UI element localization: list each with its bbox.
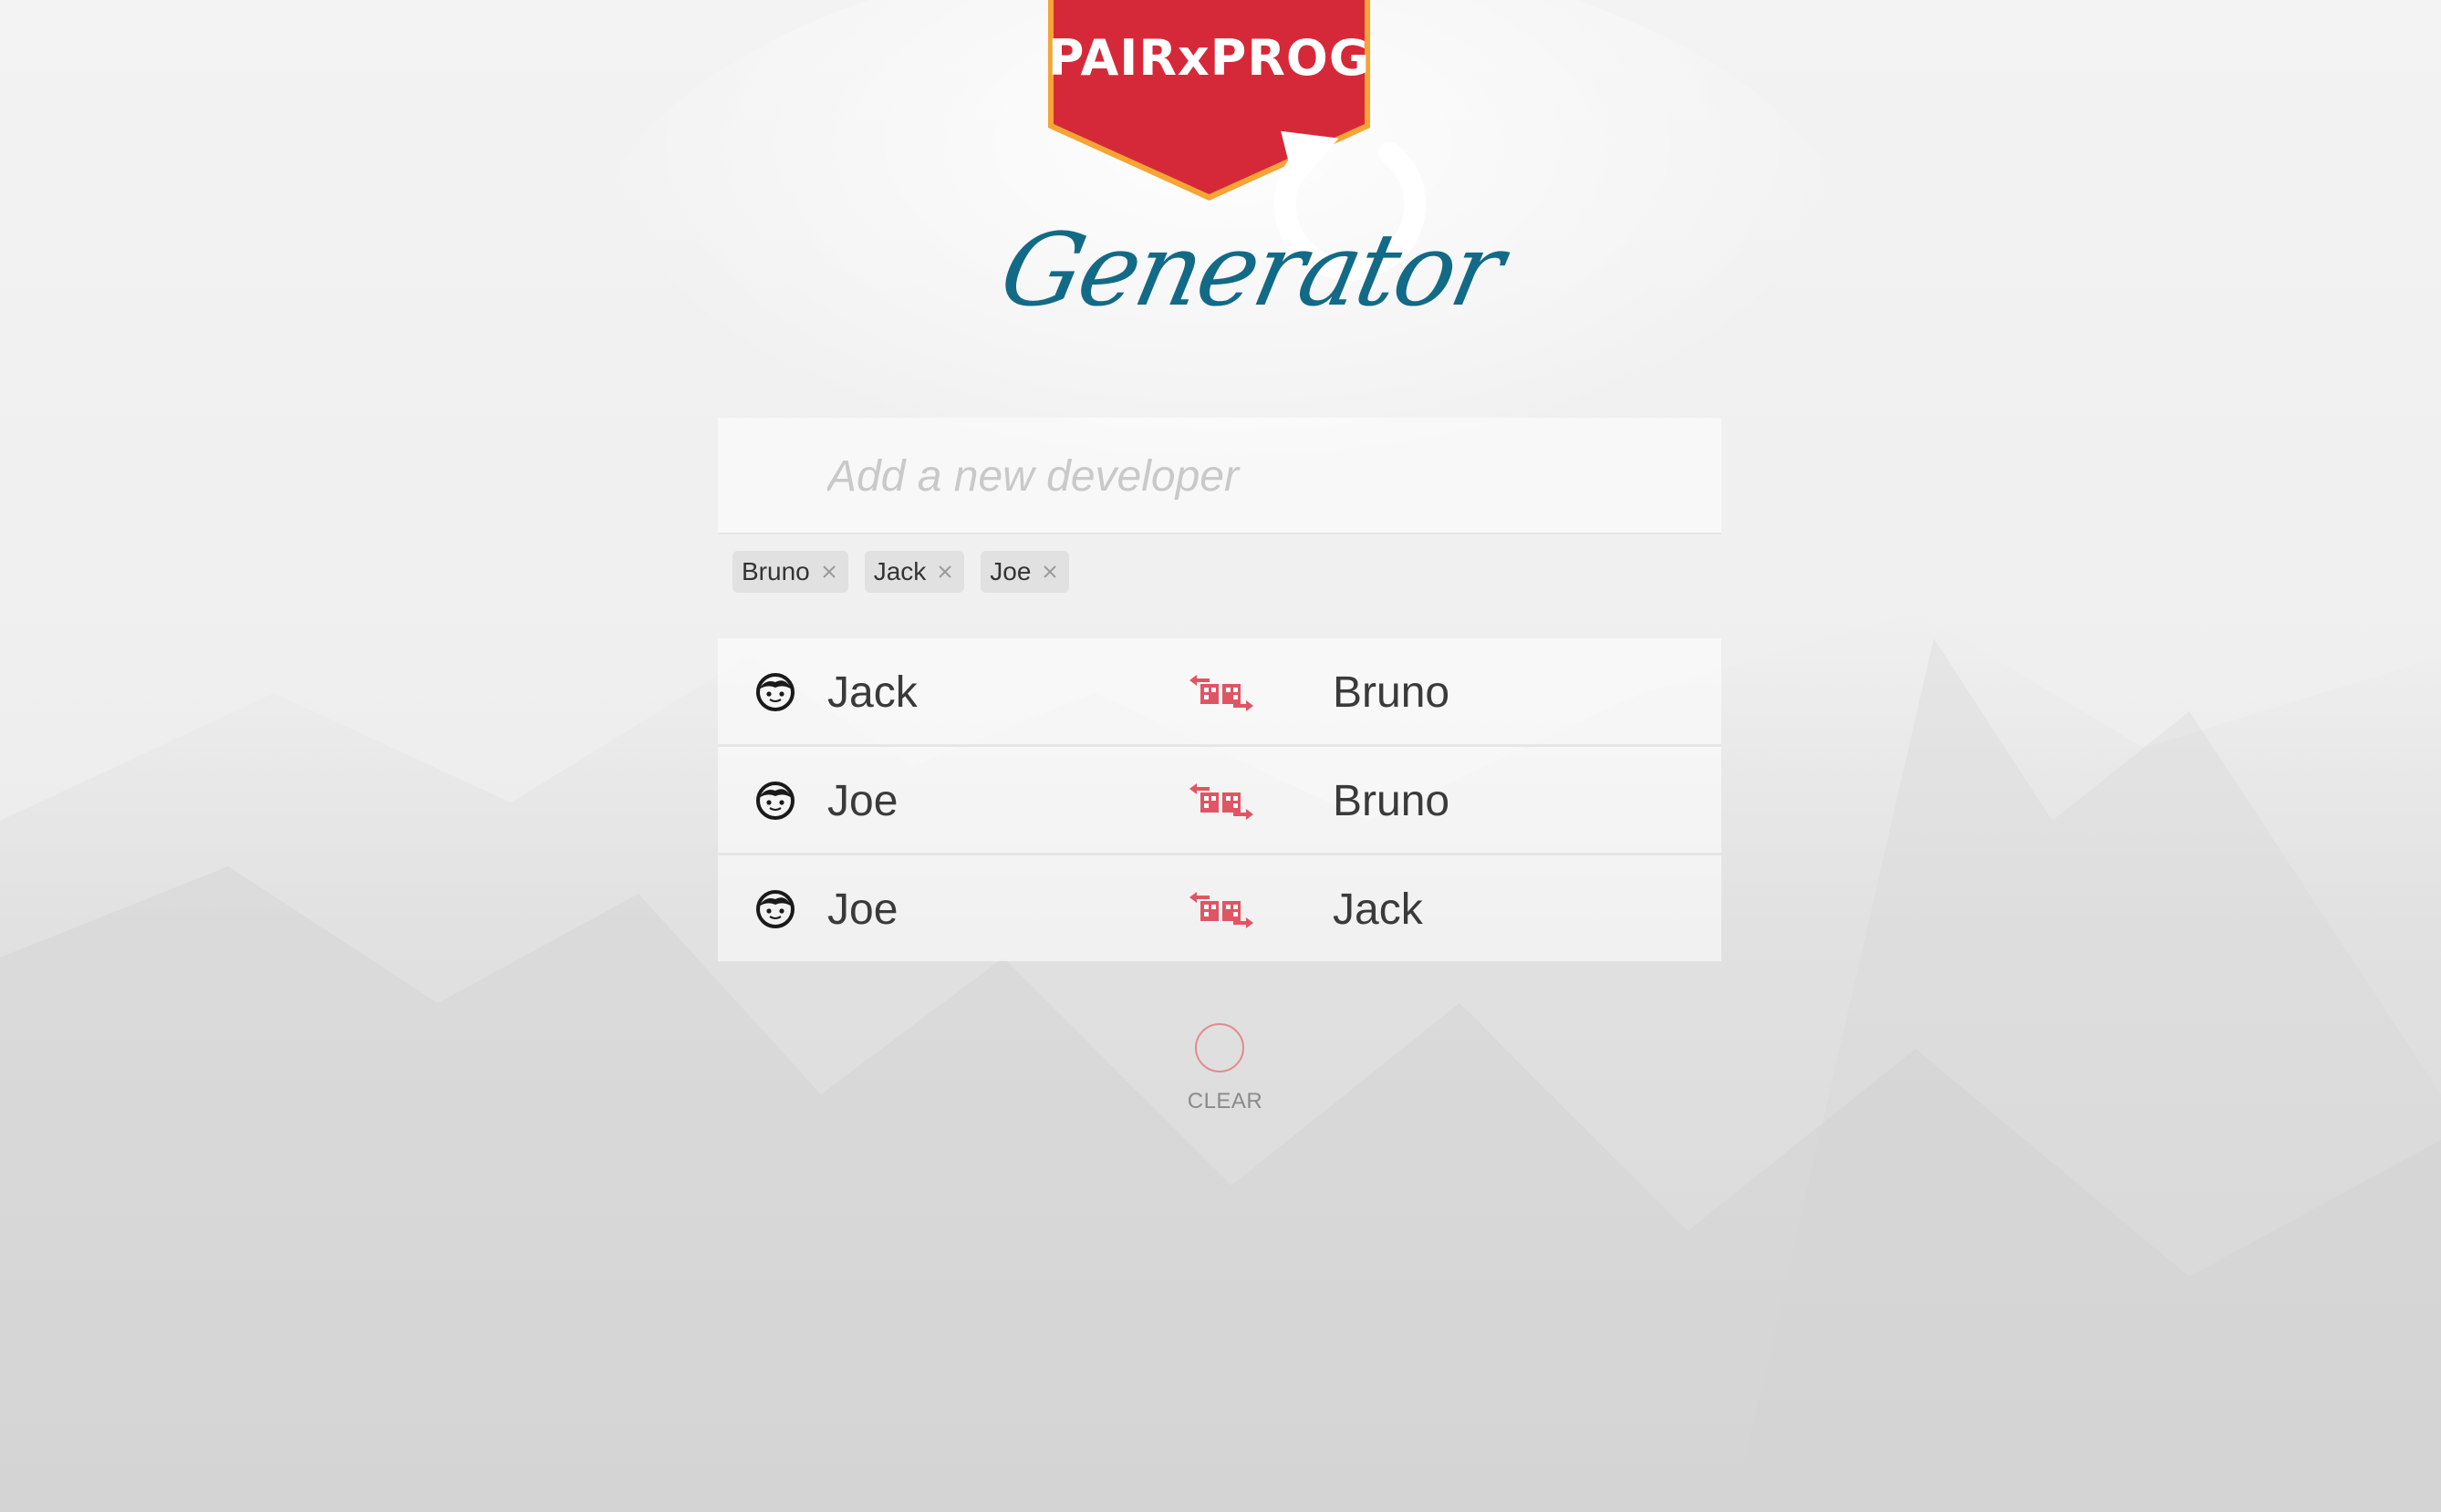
- developer-b: Bruno: [1333, 777, 1450, 825]
- pair-row: Joe Bruno: [718, 747, 1721, 855]
- face-icon: [756, 673, 795, 711]
- developer-tag-label: Bruno: [742, 557, 810, 585]
- app-subtitle: Generator: [991, 212, 1511, 328]
- clear-label: CLEAR: [1187, 1089, 1263, 1113]
- remove-tag-icon[interactable]: [819, 562, 839, 582]
- app: PAIRxPROG Generator Bruno Jack Joe: [0, 0, 2441, 1512]
- swap-icon[interactable]: [1188, 783, 1255, 820]
- developer-b: Jack: [1333, 885, 1423, 934]
- pair-row: Jack Bruno: [718, 638, 1721, 747]
- swap-icon[interactable]: [1188, 675, 1255, 711]
- new-developer-input[interactable]: [826, 418, 1705, 534]
- developer-a: Joe: [827, 885, 898, 934]
- developer-a: Joe: [827, 777, 898, 825]
- developer-input-container: [718, 418, 1721, 534]
- remove-tag-icon[interactable]: [935, 562, 955, 582]
- developer-tags: Bruno Jack Joe: [732, 551, 1070, 593]
- developer-tag: Joe: [981, 551, 1070, 593]
- swap-icon[interactable]: [1188, 892, 1255, 928]
- developer-a: Jack: [827, 668, 918, 717]
- pairs-list: Jack Bruno Joe Bruno Joe Jack: [718, 638, 1721, 961]
- developer-tag: Bruno: [732, 551, 848, 593]
- remove-tag-icon[interactable]: [1040, 562, 1060, 582]
- developer-tag-label: Jack: [873, 557, 927, 585]
- face-icon: [756, 782, 795, 820]
- logo-badge: PAIRxPROG: [1046, 0, 1427, 281]
- pair-row: Joe Jack: [718, 855, 1721, 961]
- clear-button[interactable]: [1195, 1023, 1244, 1072]
- developer-tag: Jack: [864, 551, 965, 593]
- face-icon: [756, 890, 795, 928]
- developer-b: Bruno: [1333, 668, 1450, 717]
- developer-tag-label: Joe: [990, 557, 1032, 585]
- app-title: PAIRxPROG: [1047, 29, 1371, 87]
